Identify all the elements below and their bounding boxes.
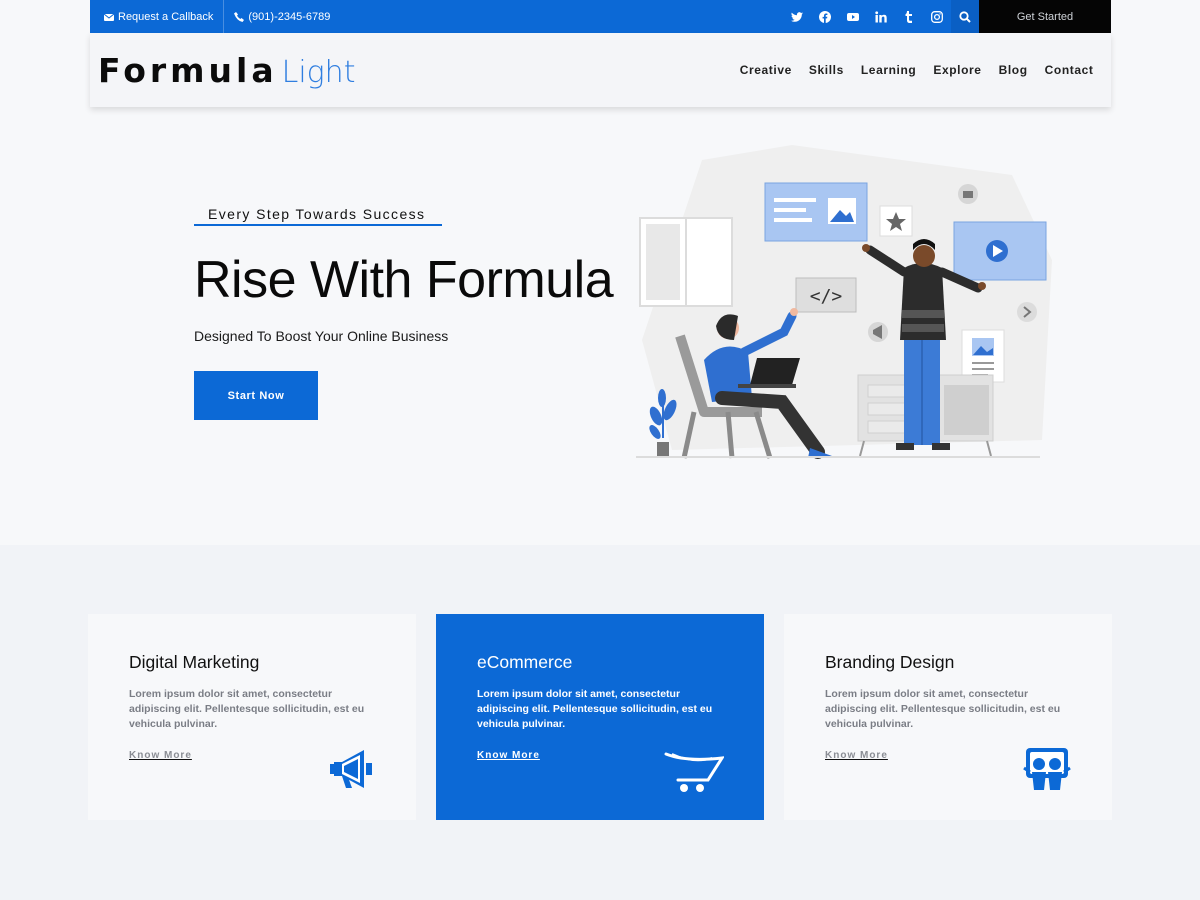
request-callback-link[interactable]: Request a Callback [90, 0, 225, 33]
instagram-icon[interactable] [923, 0, 951, 33]
nav-item-skills[interactable]: Skills [800, 63, 852, 77]
twitter-icon[interactable] [783, 0, 811, 33]
tumblr-icon[interactable] [895, 0, 923, 33]
phone-icon [234, 11, 245, 22]
service-text: Lorem ipsum dolor sit amet, consectetur … [129, 688, 365, 730]
service-card-digital-marketing: Digital Marketing Lorem ipsum dolor sit … [88, 614, 416, 820]
main-nav: Creative Skills Learning Explore Blog Co… [731, 63, 1102, 77]
logo[interactable]: Formula Light [98, 51, 355, 90]
nav-item-learning[interactable]: Learning [852, 63, 924, 77]
phone-link[interactable]: (901)-2345-6789 [224, 0, 340, 33]
site-header: Formula Light Creative Skills Learning E… [90, 33, 1111, 107]
service-card-branding-design: Branding Design Lorem ipsum dolor sit am… [784, 614, 1112, 820]
nav-item-contact[interactable]: Contact [1036, 63, 1102, 77]
cart-icon [664, 752, 724, 792]
start-now-button[interactable]: Start Now [194, 371, 318, 420]
social-links [783, 0, 979, 33]
search-button[interactable] [951, 0, 979, 33]
hero-illustration: </> [636, 145, 1052, 459]
logo-accent: Light [281, 54, 356, 90]
svg-text:</>: </> [810, 286, 843, 307]
facebook-icon[interactable] [811, 0, 839, 33]
phone-number: (901)-2345-6789 [248, 10, 331, 23]
megaphone-icon [330, 750, 372, 788]
search-icon [959, 10, 971, 23]
nav-item-explore[interactable]: Explore [925, 63, 990, 77]
logo-main: Formula [98, 50, 278, 90]
nav-item-creative[interactable]: Creative [731, 63, 800, 77]
youtube-icon[interactable] [839, 0, 867, 33]
get-started-button[interactable]: Get Started [979, 0, 1111, 33]
service-title: Digital Marketing [129, 652, 260, 672]
slideshare-icon [1023, 748, 1071, 790]
nav-item-blog[interactable]: Blog [990, 63, 1036, 77]
service-title: Branding Design [825, 652, 955, 672]
linkedin-icon[interactable] [867, 0, 895, 33]
know-more-link[interactable]: Know More [477, 750, 540, 761]
hero-title: Rise With Formula [194, 251, 614, 309]
service-card-ecommerce: eCommerce Lorem ipsum dolor sit amet, co… [436, 614, 764, 820]
top-bar: Request a Callback (901)-2345-6789 Get S… [90, 0, 1111, 33]
envelope-icon [104, 13, 114, 21]
know-more-link[interactable]: Know More [129, 750, 192, 761]
hero-tagline: Every Step Towards Success [194, 206, 442, 226]
know-more-link[interactable]: Know More [825, 750, 888, 761]
service-text: Lorem ipsum dolor sit amet, consectetur … [825, 688, 1061, 730]
hero-subtitle: Designed To Boost Your Online Business [194, 328, 449, 344]
service-text: Lorem ipsum dolor sit amet, consectetur … [477, 688, 713, 730]
service-title: eCommerce [477, 652, 573, 672]
request-callback-label: Request a Callback [118, 10, 214, 23]
